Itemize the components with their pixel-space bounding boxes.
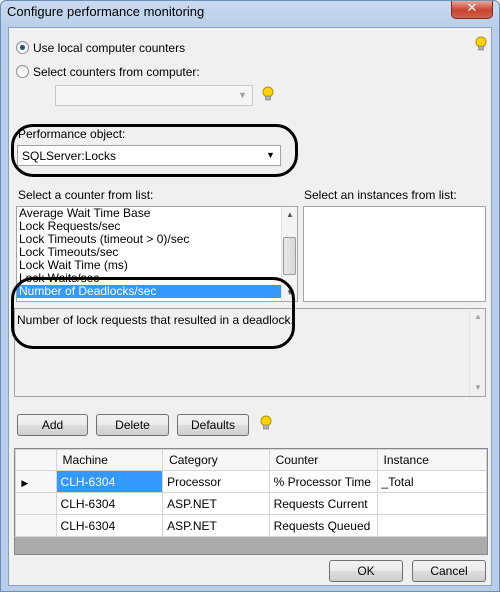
performance-object-label: Performance object: <box>18 127 126 141</box>
scroll-down-icon[interactable]: ▼ <box>470 380 485 396</box>
add-button[interactable]: Add <box>17 414 88 436</box>
row-pointer-icon: ▶ <box>21 477 29 488</box>
lightbulb-icon[interactable] <box>260 415 272 431</box>
column-header[interactable]: Category <box>162 449 270 471</box>
counter-description: Number of lock requests that resulted in… <box>17 313 294 327</box>
table-cell[interactable]: CLH-6304 <box>55 514 164 537</box>
counter-listbox[interactable]: Average Wait Time Base Lock Requests/sec… <box>16 206 298 302</box>
table-cell[interactable]: Requests Queued <box>268 514 378 537</box>
table-cell[interactable]: ASP.NET <box>162 492 270 515</box>
table-cell[interactable] <box>376 514 487 537</box>
delete-button[interactable]: Delete <box>96 414 169 436</box>
cancel-button[interactable]: Cancel <box>412 560 486 582</box>
ok-button[interactable]: OK <box>329 560 403 582</box>
chevron-down-icon[interactable]: ▼ <box>235 88 250 103</box>
table-header-row: Machine Category Counter Instance <box>15 449 487 471</box>
table-cell[interactable]: Requests Current <box>268 492 378 515</box>
lightbulb-icon[interactable] <box>475 36 487 52</box>
row-header[interactable] <box>15 492 57 515</box>
row-header-corner <box>15 449 57 471</box>
counter-list-label: Select a counter from list: <box>18 188 154 202</box>
computer-combo[interactable]: ▼ <box>55 85 253 106</box>
select-computer-label[interactable]: Select counters from computer: <box>33 65 200 79</box>
description-box: Number of lock requests that resulted in… <box>14 308 486 397</box>
table-cell[interactable] <box>376 492 487 515</box>
instances-listbox[interactable] <box>303 206 486 302</box>
lightbulb-icon[interactable] <box>262 86 274 102</box>
list-item-selected[interactable]: Number of Deadlocks/sec <box>17 285 297 298</box>
table-cell[interactable]: CLH-6304 <box>55 492 164 515</box>
close-button[interactable]: ✕ <box>451 1 493 19</box>
column-header[interactable]: Counter <box>268 449 378 471</box>
use-local-label[interactable]: Use local computer counters <box>33 41 185 55</box>
select-computer-radio[interactable] <box>16 65 29 78</box>
counters-grid[interactable]: Machine Category Counter Instance ▶ CLH-… <box>14 448 488 555</box>
description-scrollbar[interactable]: ▲ ▼ <box>469 309 485 396</box>
dialog-window: Configure performance monitoring ✕ Use l… <box>0 0 500 592</box>
column-header[interactable]: Instance <box>376 449 487 471</box>
column-header[interactable]: Machine <box>55 449 164 471</box>
scroll-down-icon[interactable]: ▼ <box>282 285 297 301</box>
table-cell[interactable]: _Total <box>376 470 487 493</box>
instances-list-label: Select an instances from list: <box>304 188 457 202</box>
dialog-body: Use local computer counters Select count… <box>8 27 492 586</box>
scroll-up-icon[interactable]: ▲ <box>282 207 297 223</box>
table-cell[interactable]: Processor <box>162 470 270 493</box>
chevron-down-icon[interactable]: ▼ <box>263 148 278 163</box>
performance-object-combo[interactable]: SQLServer:Locks ▼ <box>17 145 281 166</box>
counters-table: Machine Category Counter Instance ▶ CLH-… <box>15 449 487 537</box>
scroll-up-icon[interactable]: ▲ <box>470 309 485 325</box>
window-title: Configure performance monitoring <box>7 4 205 19</box>
scroll-thumb[interactable] <box>283 237 296 275</box>
close-icon: ✕ <box>466 1 478 16</box>
row-header[interactable] <box>15 514 57 537</box>
row-header[interactable]: ▶ <box>15 470 57 493</box>
table-cell[interactable]: % Processor Time <box>268 470 378 493</box>
defaults-button[interactable]: Defaults <box>177 414 249 436</box>
use-local-radio[interactable] <box>16 41 29 54</box>
table-cell[interactable]: CLH-6304 <box>55 470 164 493</box>
table-row[interactable]: CLH-6304 ASP.NET Requests Queued <box>15 514 487 537</box>
table-row[interactable]: ▶ CLH-6304 Processor % Processor Time _T… <box>15 470 487 493</box>
performance-object-value: SQLServer:Locks <box>22 149 117 163</box>
title-bar[interactable]: Configure performance monitoring ✕ <box>1 1 499 23</box>
table-cell[interactable]: ASP.NET <box>162 514 270 537</box>
counter-scrollbar[interactable]: ▲ ▼ <box>281 207 297 301</box>
table-row[interactable]: CLH-6304 ASP.NET Requests Current <box>15 492 487 515</box>
